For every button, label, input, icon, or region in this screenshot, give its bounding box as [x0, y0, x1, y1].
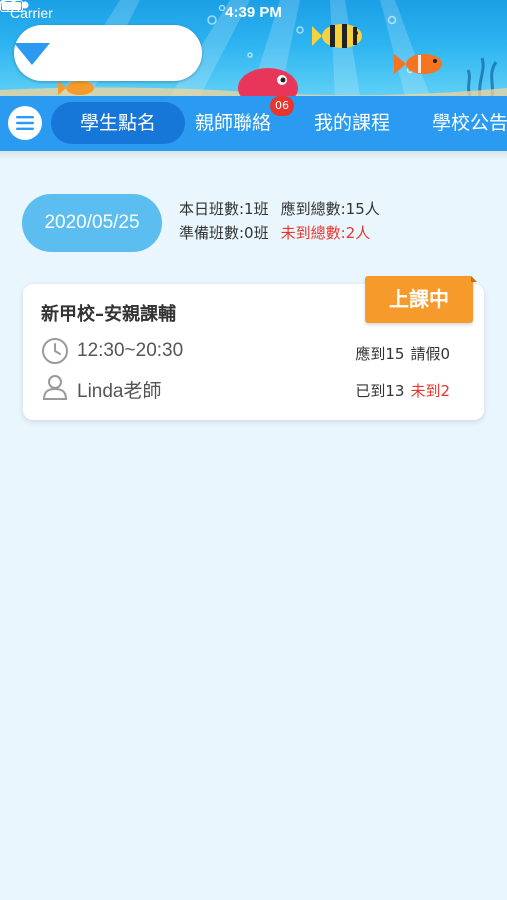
- tab-bar-shadow: [0, 151, 507, 159]
- tab-school-announcements[interactable]: 學校公告: [432, 102, 507, 144]
- menu-icon: [16, 116, 34, 130]
- leave-count: 請假0: [410, 345, 450, 363]
- more-icon[interactable]: [0, 0, 30, 10]
- absent-count: 未到2: [410, 382, 450, 400]
- class-time: 12:30~20:30: [77, 340, 184, 361]
- status-time: 4:39 PM: [225, 4, 282, 21]
- status-badge-fold: [471, 276, 477, 282]
- menu-button[interactable]: [8, 106, 42, 140]
- attendance-stats-2: 已到13 未到2: [355, 380, 450, 401]
- absent-total: 未到總數:2人: [280, 224, 371, 242]
- tab-parent-teacher-contact[interactable]: 親師聯絡: [195, 102, 271, 144]
- chevron-down-icon[interactable]: [14, 43, 50, 65]
- school-select[interactable]: [14, 25, 202, 81]
- expected-count: 應到15: [355, 345, 405, 363]
- date-pill[interactable]: 2020/05/25: [22, 194, 162, 252]
- header-banner: Carrier 4:39 PM: [0, 0, 507, 96]
- summary-line-2: 準備班數:0班 未到總數:2人: [179, 222, 382, 243]
- unread-badge: 06: [270, 96, 294, 116]
- teacher-icon: [42, 375, 68, 400]
- attendance-stats-1: 應到15 請假0: [355, 343, 450, 364]
- expected-total: 應到總數:15人: [280, 200, 380, 218]
- tab-bar: 學生點名 親師聯絡 我的課程 學校公告: [0, 96, 507, 151]
- arrived-count: 已到13: [355, 382, 405, 400]
- class-card[interactable]: 新甲校–安親課輔 上課中 12:30~20:30 Linda老師 應到15 請假0…: [23, 276, 484, 420]
- preparing-classes: 準備班數:0班: [179, 224, 269, 242]
- teacher-name: Linda老師: [77, 381, 162, 402]
- status-bar: Carrier 4:39 PM: [0, 0, 507, 28]
- clock-icon: [42, 338, 68, 364]
- tab-student-roll-call[interactable]: 學生點名: [51, 102, 185, 144]
- class-name: 新甲校–安親課輔: [41, 304, 176, 325]
- tab-my-courses[interactable]: 我的課程: [314, 102, 390, 144]
- classes-today: 本日班數:1班: [179, 200, 269, 218]
- status-badge: 上課中: [365, 276, 473, 323]
- summary-line-1: 本日班數:1班 應到總數:15人: [179, 198, 392, 219]
